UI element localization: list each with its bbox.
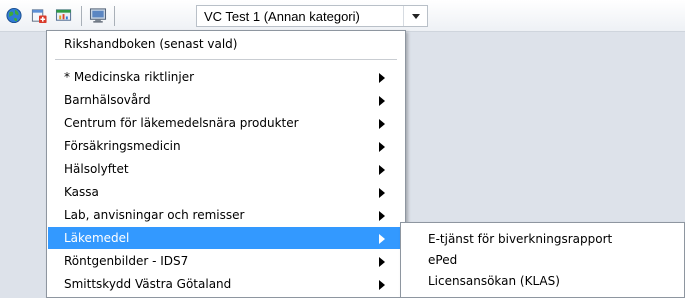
globe-icon[interactable] xyxy=(5,7,23,24)
menu-item[interactable]: Röntgenbilder - IDS7 xyxy=(48,250,404,272)
context-selector[interactable]: VC Test 1 (Annan kategori) xyxy=(196,5,428,27)
menu-item-label: Hälsolyftet xyxy=(64,162,129,176)
menu-item[interactable]: * Medicinska riktlinjer xyxy=(48,66,404,88)
submenu-arrow-icon xyxy=(379,142,385,152)
menu-item[interactable]: Försäkringsmedicin xyxy=(48,135,404,157)
submenu-item-label: E-tjänst för biverkningsrapport xyxy=(428,232,613,246)
submenu-arrow-icon xyxy=(379,188,385,198)
document-add-icon[interactable] xyxy=(30,7,48,24)
menu-item[interactable]: Barnhälsovård xyxy=(48,89,404,111)
menu-item-label: Försäkringsmedicin xyxy=(64,139,181,153)
menu-item-label: Barnhälsovård xyxy=(64,93,151,107)
menu-item[interactable]: Hälsolyftet xyxy=(48,158,404,180)
toolbar: VC Test 1 (Annan kategori) xyxy=(0,0,685,32)
submenu-item[interactable]: E-tjänst för biverkningsrapport xyxy=(402,228,683,250)
submenu-item-label: Licensansökan (KLAS) xyxy=(428,274,560,288)
menu-item-label: * Medicinska riktlinjer xyxy=(64,70,195,84)
menu-separator xyxy=(55,59,397,60)
submenu-item-label: ePed xyxy=(428,253,458,267)
submenu-lakemedel: E-tjänst för biverkningsrapport ePed Licen… xyxy=(400,222,685,298)
menu-item[interactable]: Smittskydd Västra Götaland xyxy=(48,273,404,295)
menu-item-recent[interactable]: Rikshandboken (senast vald) xyxy=(48,33,404,55)
menu-item-label: Lab, anvisningar och remisser xyxy=(64,208,245,222)
submenu-item[interactable]: ePed xyxy=(402,249,683,271)
menu-item[interactable]: Kassa xyxy=(48,181,404,203)
menu-item-label: Läkemedel xyxy=(64,231,130,245)
menu-item-label: Kassa xyxy=(64,185,99,199)
context-selector-value: VC Test 1 (Annan kategori) xyxy=(204,9,360,24)
toolbar-separator xyxy=(114,6,115,26)
menu-item-label: Röntgenbilder - IDS7 xyxy=(64,254,189,268)
chart-window-icon[interactable] xyxy=(55,7,73,24)
menu-item[interactable]: Läkemedel xyxy=(48,227,404,249)
submenu-arrow-icon xyxy=(379,119,385,129)
menu-item-label: Centrum för läkemedelsnära produkter xyxy=(64,116,299,130)
submenu-arrow-icon xyxy=(379,165,385,175)
submenu-arrow-icon xyxy=(379,73,385,83)
menu-item-label: Smittskydd Västra Götaland xyxy=(64,277,232,291)
menu-item[interactable]: Centrum för läkemedelsnära produkter xyxy=(48,112,404,134)
submenu-item[interactable]: Licensansökan (KLAS) xyxy=(402,270,683,292)
category-menu: Rikshandboken (senast vald) * Medicinska… xyxy=(46,30,406,298)
chevron-down-icon[interactable] xyxy=(403,6,427,26)
menu-item-label: Rikshandboken (senast vald) xyxy=(64,37,238,51)
submenu-arrow-icon xyxy=(379,280,385,290)
submenu-arrow-icon xyxy=(379,257,385,267)
submenu-arrow-icon xyxy=(379,211,385,221)
submenu-arrow-icon xyxy=(379,96,385,106)
toolbar-separator xyxy=(81,6,82,26)
submenu-arrow-icon xyxy=(379,234,385,244)
menu-item[interactable]: Lab, anvisningar och remisser xyxy=(48,204,404,226)
monitor-icon[interactable] xyxy=(89,7,107,24)
